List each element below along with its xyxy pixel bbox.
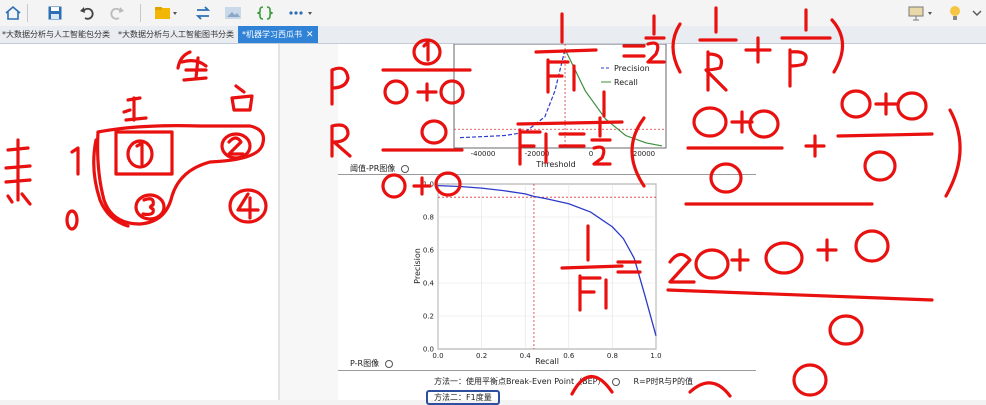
plot-frame — [453, 44, 667, 149]
x-tick-label: 0.0 — [432, 352, 443, 360]
document-page: -40000 -20000 0 20000 Threshold Precisio… — [338, 44, 756, 405]
x-tick-label: 0.6 — [563, 352, 575, 360]
presentation-icon[interactable] — [906, 2, 936, 24]
undo-icon[interactable] — [76, 2, 98, 24]
code-braces-icon[interactable] — [254, 2, 276, 24]
save-icon[interactable] — [44, 2, 66, 24]
x-tick-label: 0.2 — [476, 352, 487, 360]
tab-machine-learning[interactable]: *机器学习西瓜书 ✕ — [238, 26, 318, 43]
x-tick-label: 1.0 — [650, 352, 661, 360]
redo-icon[interactable] — [106, 2, 128, 24]
image-icon[interactable] — [222, 2, 244, 24]
radio-button[interactable] — [611, 377, 620, 386]
close-icon[interactable]: ✕ — [306, 30, 314, 40]
margin-column — [280, 44, 338, 400]
radio-button[interactable] — [401, 164, 410, 173]
x-tick-labels: -40000 -20000 0 20000 — [471, 150, 656, 158]
method1-note: R=P时R与P的值 — [633, 377, 693, 386]
folder-icon[interactable] — [152, 2, 180, 24]
help-icon[interactable] — [968, 2, 986, 24]
left-canvas — [0, 44, 278, 400]
radio-button[interactable] — [385, 359, 394, 368]
pr-chart: 0.00.20.40.60.81.0 0.0 0.2 0.4 0.6 0.8 1.0 Pr… — [413, 181, 662, 367]
tab-label: *大数据分析与人工智能包分类 — [2, 30, 110, 39]
legend-precision: Precision — [614, 64, 650, 73]
more-icon[interactable] — [286, 2, 316, 24]
home-icon[interactable] — [2, 2, 24, 24]
legend-recall: Recall — [614, 78, 638, 87]
x-axis-label: Recall — [535, 357, 559, 366]
toolbar — [0, 0, 986, 26]
y-tick-label: 0.8 — [423, 214, 434, 222]
right-canvas — [756, 44, 986, 400]
y-axis-label: Precision — [413, 248, 422, 284]
tab-label: *大数据分析与人工智能图书分类 — [118, 30, 234, 39]
chart1-caption: 阈值-PR图像 — [350, 163, 410, 174]
x-tick-label: -40000 — [471, 150, 496, 158]
x-tick-label: -20000 — [525, 150, 550, 158]
x-tick-label: 20000 — [633, 150, 655, 158]
y-tick-labels: 0.00.20.40.60.81.0 — [423, 181, 435, 354]
sync-icon[interactable] — [192, 2, 214, 24]
chart2-caption: P-R图像 — [350, 358, 394, 369]
y-tick-label: 0.2 — [423, 313, 434, 321]
plot-frame — [437, 183, 657, 350]
y-tick-label: 0.6 — [423, 247, 435, 255]
y-tick-label: 1.0 — [423, 181, 434, 189]
y-tick-label: 0.4 — [423, 280, 435, 288]
x-tick-label: 0.4 — [520, 352, 532, 360]
tab-bar: *大数据分析与人工智能包分类 *大数据分析与人工智能图书分类 *机器学习西瓜书 ✕ — [0, 26, 986, 44]
method1-text: 方法一：使用平衡点Break-Even Point（BEP） R=P时R与P的值 — [434, 377, 693, 386]
tab-big-data-ai-package[interactable]: *大数据分析与人工智能包分类 — [2, 26, 110, 43]
x-tick-label: 0.8 — [607, 352, 618, 360]
x-tick-label: 0 — [589, 150, 593, 158]
tab-big-data-ai-books[interactable]: *大数据分析与人工智能图书分类 — [118, 26, 234, 43]
method2-text[interactable]: 方法二：F1度量 — [426, 390, 500, 405]
x-axis-label: Threshold — [535, 160, 575, 169]
divider — [338, 370, 756, 371]
threshold-chart: -40000 -20000 0 20000 Threshold Precisio… — [453, 44, 667, 169]
lightbulb-icon[interactable] — [944, 2, 966, 24]
tab-label: *机器学习西瓜书 — [242, 30, 302, 39]
